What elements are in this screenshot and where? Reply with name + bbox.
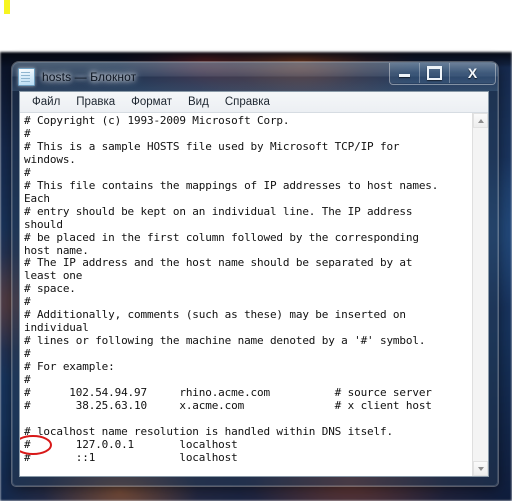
menu-bar[interactable]: Файл Правка Формат Вид Справка — [20, 92, 488, 113]
menu-item-format[interactable]: Формат — [123, 94, 180, 110]
window-controls[interactable]: X — [389, 63, 496, 85]
maximize-icon — [427, 66, 442, 80]
menu-item-file[interactable]: Файл — [24, 94, 68, 110]
screen: hosts — Блокнот X Файл Правка Формат Вид — [0, 0, 512, 501]
scroll-down-button[interactable] — [473, 461, 488, 476]
editor-region: # Copyright (c) 1993-2009 Microsoft Corp… — [20, 113, 488, 476]
menu-item-help[interactable]: Справка — [217, 94, 278, 110]
yellow-highlight-mark — [4, 0, 10, 14]
maximize-button[interactable] — [419, 63, 449, 83]
notepad-window[interactable]: hosts — Блокнот X Файл Правка Формат Вид — [12, 62, 498, 486]
chevron-up-icon — [477, 118, 484, 123]
scroll-up-button[interactable] — [473, 113, 488, 128]
notepad-document-icon — [18, 68, 35, 86]
scrollbar-track[interactable] — [473, 128, 488, 461]
white-page-background — [0, 0, 512, 52]
document-text[interactable]: # Copyright (c) 1993-2009 Microsoft Corp… — [24, 114, 472, 465]
window-title: hosts — Блокнот — [42, 69, 137, 84]
window-titlebar[interactable]: hosts — Блокнот X — [12, 62, 498, 91]
window-client-area: Файл Правка Формат Вид Справка # Copyrig… — [19, 91, 489, 477]
vertical-scrollbar[interactable] — [472, 113, 488, 476]
window-bottom-frame — [12, 477, 498, 486]
minimize-button[interactable] — [390, 63, 419, 83]
chevron-down-icon — [477, 466, 484, 471]
text-editor[interactable]: # Copyright (c) 1993-2009 Microsoft Corp… — [20, 113, 472, 476]
menu-item-view[interactable]: Вид — [180, 94, 217, 110]
close-icon: X — [467, 65, 478, 81]
minimize-icon — [399, 74, 410, 77]
close-button[interactable]: X — [449, 63, 495, 83]
menu-item-edit[interactable]: Правка — [68, 94, 123, 110]
